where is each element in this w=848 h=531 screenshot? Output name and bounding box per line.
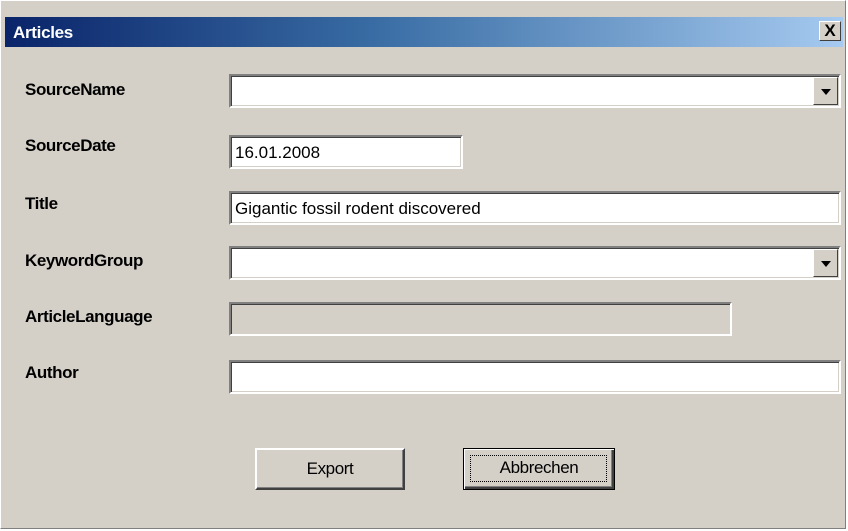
articles-dialog: Articles X SourceName SourceDate 16.01.2… bbox=[0, 0, 846, 529]
export-button-label: Export bbox=[306, 459, 354, 478]
cancel-button[interactable]: Abbrechen bbox=[463, 448, 615, 490]
article-language-label: ArticleLanguage bbox=[25, 307, 153, 326]
source-date-value: 16.01.2008 bbox=[235, 143, 321, 162]
cancel-button-label: Abbrechen bbox=[499, 458, 579, 477]
title-field[interactable]: Gigantic fossil rodent discovered bbox=[229, 191, 841, 225]
window-title: Articles bbox=[13, 23, 73, 42]
keyword-group-combobox[interactable] bbox=[229, 246, 841, 280]
author-label: Author bbox=[25, 363, 79, 382]
source-name-combobox[interactable] bbox=[229, 74, 841, 108]
chevron-down-icon bbox=[821, 261, 831, 267]
close-button[interactable]: X bbox=[819, 21, 841, 41]
export-button[interactable]: Export bbox=[255, 448, 405, 490]
chevron-down-icon bbox=[821, 89, 831, 95]
source-name-dropdown-button[interactable] bbox=[813, 77, 838, 105]
author-field[interactable] bbox=[229, 360, 841, 394]
source-name-label: SourceName bbox=[25, 80, 125, 99]
source-date-label: SourceDate bbox=[25, 136, 116, 155]
close-icon: X bbox=[824, 21, 836, 40]
title-value: Gigantic fossil rodent discovered bbox=[235, 199, 481, 218]
article-language-field bbox=[229, 302, 732, 336]
title-bar[interactable]: Articles X bbox=[5, 17, 843, 47]
keyword-group-label: KeywordGroup bbox=[25, 251, 143, 270]
source-date-field[interactable]: 16.01.2008 bbox=[229, 135, 463, 169]
title-label: Title bbox=[25, 194, 58, 213]
keyword-group-dropdown-button[interactable] bbox=[813, 249, 838, 277]
